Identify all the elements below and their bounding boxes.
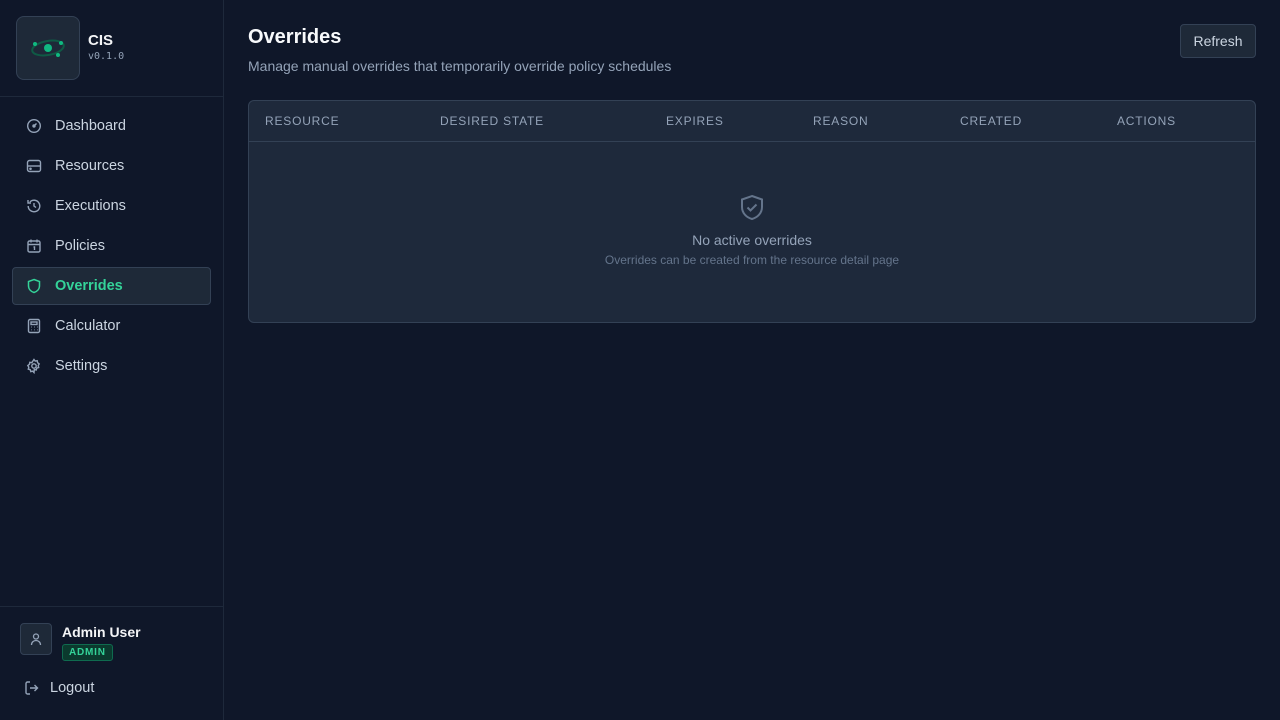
sidebar: CIS v0.1.0 Dashboard Resources Execution…: [0, 0, 224, 720]
avatar[interactable]: [20, 623, 52, 655]
logout-button[interactable]: Logout: [0, 679, 223, 697]
column-header-resource[interactable]: Resource: [265, 114, 339, 128]
sidebar-item-policies[interactable]: Policies: [12, 227, 211, 265]
sidebar-item-label: Overrides: [55, 278, 123, 294]
sidebar-item-resources[interactable]: Resources: [12, 147, 211, 185]
sidebar-item-label: Resources: [55, 158, 125, 174]
brand-name: CIS: [88, 32, 114, 49]
column-header-created[interactable]: Created: [960, 114, 1022, 128]
logo[interactable]: [16, 16, 80, 80]
page-title: Overrides: [248, 26, 342, 48]
empty-state: No active overrides Overrides can be cre…: [249, 193, 1255, 267]
sidebar-item-overrides[interactable]: Overrides: [12, 267, 211, 305]
sidebar-item-settings[interactable]: Settings: [12, 347, 211, 385]
brand: CIS v0.1.0: [0, 0, 223, 97]
overrides-table: Resource Desired State Expires Reason Cr…: [248, 100, 1256, 323]
role-badge: ADMIN: [62, 644, 113, 661]
sidebar-item-executions[interactable]: Executions: [12, 187, 211, 225]
sidebar-item-label: Dashboard: [55, 118, 126, 134]
logout-label: Logout: [50, 680, 95, 696]
column-header-expires[interactable]: Expires: [666, 114, 724, 128]
sidebar-item-label: Policies: [55, 238, 105, 254]
sidebar-item-dashboard[interactable]: Dashboard: [12, 107, 211, 145]
gauge-icon: [25, 117, 43, 135]
sidebar-item-label: Settings: [55, 358, 108, 374]
calendar-icon: [25, 237, 43, 255]
server-icon: [25, 157, 43, 175]
brand-version: v0.1.0: [88, 51, 125, 62]
empty-state-title: No active overrides: [692, 232, 812, 248]
shield-check-icon: [249, 193, 1255, 223]
table-header: Resource Desired State Expires Reason Cr…: [249, 101, 1255, 142]
history-icon: [25, 197, 43, 215]
column-header-reason[interactable]: Reason: [813, 114, 868, 128]
refresh-button[interactable]: Refresh: [1180, 24, 1256, 58]
empty-state-subtitle: Overrides can be created from the resour…: [604, 253, 900, 267]
user-panel: Admin User ADMIN Logout: [0, 606, 223, 720]
column-header-desired-state[interactable]: Desired State: [440, 114, 544, 128]
page-subtitle: Manage manual overrides that temporarily…: [248, 58, 672, 74]
column-header-actions: Actions: [1117, 114, 1176, 128]
gear-icon: [25, 357, 43, 375]
sidebar-item-label: Executions: [55, 198, 126, 214]
logout-icon: [24, 679, 42, 697]
user-name: Admin User: [62, 624, 141, 640]
logo-icon: [31, 39, 65, 57]
user-icon: [30, 633, 42, 646]
sidebar-item-calculator[interactable]: Calculator: [12, 307, 211, 345]
sidebar-item-label: Calculator: [55, 318, 121, 334]
calculator-icon: [25, 317, 43, 335]
shield-icon: [25, 277, 43, 295]
sidebar-nav: Dashboard Resources Executions Policies …: [0, 97, 223, 397]
